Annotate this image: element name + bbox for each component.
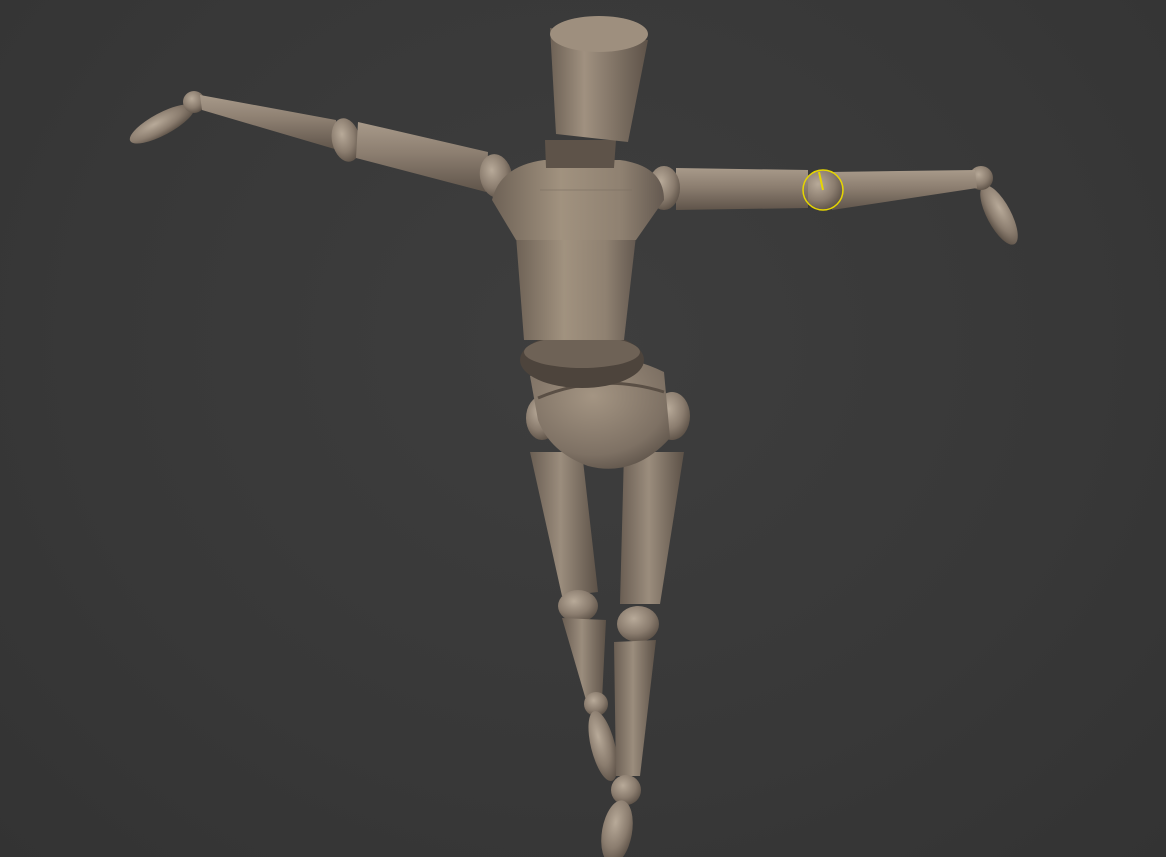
3d-viewport[interactable]	[0, 0, 1166, 857]
viewport-canvas[interactable]	[0, 0, 1166, 857]
left-leg[interactable]	[530, 452, 623, 784]
head-top	[550, 16, 648, 52]
right-shin[interactable]	[614, 640, 656, 776]
mannequin-model[interactable]	[125, 16, 1025, 857]
right-arm[interactable]	[648, 166, 1025, 250]
left-thigh[interactable]	[530, 452, 598, 596]
left-shin[interactable]	[562, 618, 606, 700]
right-knee-joint[interactable]	[617, 606, 659, 642]
right-upper-arm[interactable]	[676, 168, 808, 210]
right-thigh[interactable]	[620, 452, 684, 604]
right-forearm[interactable]	[830, 170, 977, 210]
left-arm[interactable]	[125, 91, 516, 200]
right-leg[interactable]	[597, 452, 684, 857]
waist-joint-top	[524, 336, 640, 368]
right-ankle-joint[interactable]	[611, 775, 641, 805]
left-knee-joint[interactable]	[558, 590, 598, 622]
left-upper-arm[interactable]	[356, 122, 488, 192]
left-forearm[interactable]	[200, 95, 338, 150]
head-group[interactable]	[545, 16, 648, 168]
right-foot[interactable]	[597, 798, 638, 857]
right-hand[interactable]	[973, 180, 1025, 250]
chest[interactable]	[492, 160, 664, 240]
torso[interactable]	[492, 160, 664, 340]
abdomen[interactable]	[516, 236, 636, 340]
neck[interactable]	[545, 140, 616, 168]
